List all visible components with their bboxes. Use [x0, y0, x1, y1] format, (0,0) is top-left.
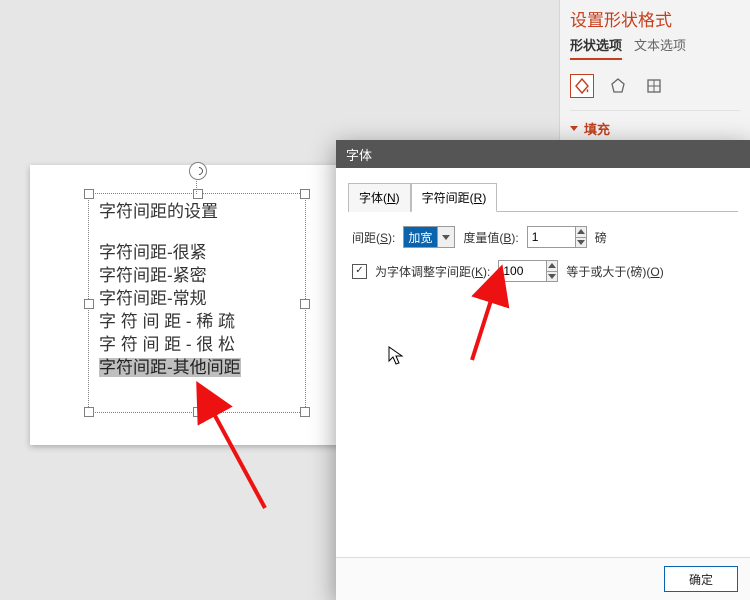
spacing-label: 间距(S): — [352, 229, 395, 246]
textbox-selection-frame[interactable]: 字符间距的设置 字符间距-很紧 字符间距-紧密 字符间距-常规 字 符 间 距 … — [88, 193, 306, 413]
resize-handle-w[interactable] — [84, 299, 94, 309]
metric-input[interactable] — [528, 227, 575, 247]
resize-handle-ne[interactable] — [300, 189, 310, 199]
spin-up-icon[interactable] — [547, 261, 557, 271]
textbox-line: 字 符 间 距 - 稀 疏 — [99, 310, 295, 333]
kerning-label: 为字体调整字间距(K): — [375, 263, 490, 280]
tab-text-options[interactable]: 文本选项 — [634, 35, 686, 60]
caret-down-icon — [570, 126, 578, 131]
tab-shape-options[interactable]: 形状选项 — [570, 35, 622, 60]
section-fill-label: 填充 — [584, 119, 610, 138]
textbox-line: 字符间距-常规 — [99, 287, 295, 310]
resize-handle-sw[interactable] — [84, 407, 94, 417]
textbox-content[interactable]: 字符间距的设置 字符间距-很紧 字符间距-紧密 字符间距-常规 字 符 间 距 … — [99, 200, 295, 406]
tab-spacing[interactable]: 字符间距(R) — [411, 183, 498, 212]
pane-title: 设置形状格式 — [560, 0, 750, 35]
dialog-footer: 确定 — [336, 557, 750, 600]
spacing-value: 加宽 — [404, 227, 437, 247]
resize-handle-s[interactable] — [193, 407, 203, 417]
textbox-title: 字符间距的设置 — [99, 200, 295, 223]
metric-label: 度量值(B): — [463, 229, 518, 246]
dialog-titlebar[interactable]: 字体 — [336, 140, 750, 168]
kerning-input[interactable] — [499, 261, 546, 281]
spin-down-icon[interactable] — [576, 237, 586, 248]
metric-spinner[interactable] — [527, 226, 587, 248]
resize-handle-n[interactable] — [193, 189, 203, 199]
kerning-spinner[interactable] — [498, 260, 558, 282]
rotate-handle-icon[interactable] — [189, 162, 207, 180]
effects-icon[interactable] — [606, 74, 630, 98]
spacing-combo[interactable]: 加宽 — [403, 226, 455, 248]
spin-up-icon[interactable] — [576, 227, 586, 237]
kerning-checkbox[interactable]: ✓ — [352, 264, 367, 279]
tab-font[interactable]: 字体(N) — [348, 183, 411, 212]
dialog-body: 间距(S): 加宽 度量值(B): 磅 ✓ 为字体调整字间距(K): — [336, 212, 750, 308]
textbox-line-selected: 字符间距-其他间距 — [99, 356, 295, 379]
size-properties-icon[interactable] — [642, 74, 666, 98]
pane-tabs: 形状选项 文本选项 — [560, 35, 750, 60]
metric-unit: 磅 — [595, 229, 607, 246]
resize-handle-se[interactable] — [300, 407, 310, 417]
kerning-tail: 等于或大于(磅)(O) — [566, 263, 663, 280]
dialog-title: 字体 — [346, 145, 372, 164]
resize-handle-nw[interactable] — [84, 189, 94, 199]
textbox-line: 字符间距-很紧 — [99, 241, 295, 264]
textbox-line: 字 符 间 距 - 很 松 — [99, 333, 295, 356]
section-fill[interactable]: 填充 — [560, 111, 750, 138]
fill-line-icon[interactable] — [570, 74, 594, 98]
spin-down-icon[interactable] — [547, 271, 557, 282]
rotate-connector — [196, 178, 198, 194]
textbox-line: 字符间距-紧密 — [99, 264, 295, 287]
combo-arrow-icon[interactable] — [437, 227, 454, 247]
resize-handle-e[interactable] — [300, 299, 310, 309]
dialog-tabs: 字体(N) 字符间距(R) — [336, 168, 750, 211]
font-dialog: 字体 字体(N) 字符间距(R) 间距(S): 加宽 度量值(B): — [336, 140, 750, 600]
pane-icon-row — [560, 60, 750, 106]
ok-button[interactable]: 确定 — [664, 566, 738, 592]
